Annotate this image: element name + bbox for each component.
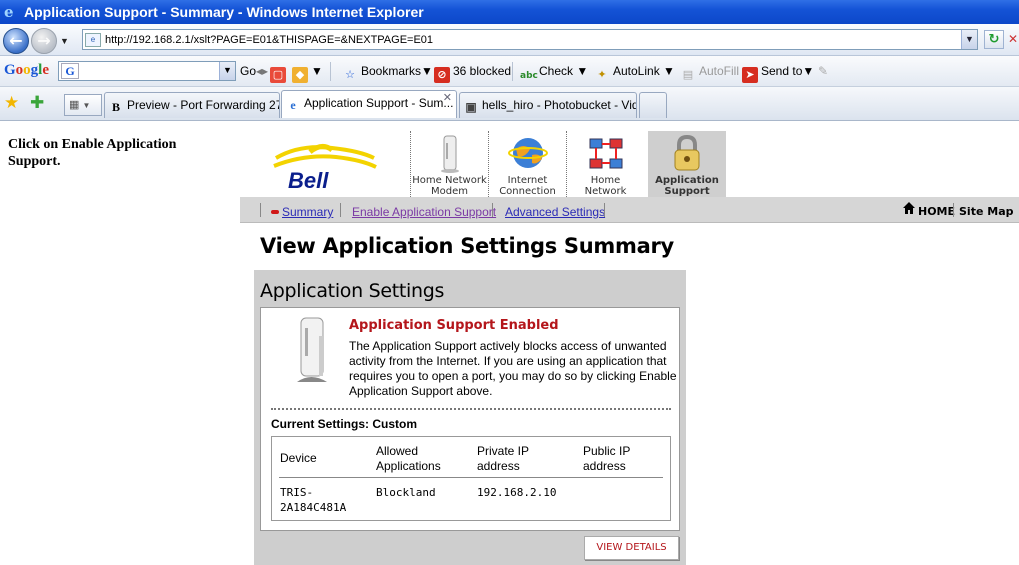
nav-internet-connection[interactable]: Internet Connection	[488, 131, 566, 197]
tab-photobucket[interactable]: ▣ hells_hiro - Photobucket - Vid...	[459, 92, 637, 118]
status-description: The Application Support actively blocks …	[349, 339, 677, 398]
subnav-divider	[953, 203, 954, 217]
col-private-ip: Private IP address	[477, 444, 530, 473]
sendto-button[interactable]: ➤ Send to▼	[742, 64, 814, 83]
sub-nav: Summary Enable Application Support Advan…	[240, 197, 1019, 223]
address-dropdown-icon[interactable]: ▼	[961, 30, 977, 49]
settings-table: Device Allowed Applications Private IP a…	[271, 436, 671, 521]
spellcheck-button[interactable]: abcCheck ▼	[520, 64, 588, 84]
instruction-text: Click on Enable Application Support.	[8, 137, 177, 169]
autofill-button[interactable]: ▤ AutoFill	[680, 64, 739, 83]
home-link[interactable]: HOME	[918, 205, 955, 218]
subnav-enable-link[interactable]: Enable Application Support	[352, 205, 496, 219]
toolbar-separator	[330, 62, 331, 81]
globe-icon	[507, 138, 548, 168]
add-favorite-icon[interactable]: ✚	[30, 93, 44, 113]
nav-home-network[interactable]: Home Network	[566, 131, 644, 197]
subnav-advanced-link[interactable]: Advanced Settings	[505, 205, 605, 219]
tab-application-support[interactable]: e Application Support - Sum... ✕	[281, 90, 457, 118]
star-outline-icon: ☆	[345, 68, 355, 81]
google-search-input[interactable]: G ▼	[58, 61, 236, 81]
pencil-icon[interactable]: ✎	[818, 64, 828, 78]
modem-icon	[440, 135, 459, 173]
autofill-icon: ▤	[682, 68, 694, 81]
subnav-divider	[340, 203, 341, 217]
panel-title: Application Settings	[260, 280, 445, 302]
history-dropdown-icon[interactable]: ▼	[60, 36, 69, 46]
tab-bar: ★ ✚ ▦ ▼ B Preview - Port Forwarding 27...…	[0, 87, 1019, 121]
home-icon[interactable]	[902, 201, 916, 215]
stop-button[interactable]: ✕	[1008, 30, 1019, 49]
cell-application: Blockland	[376, 486, 436, 499]
network-icon	[589, 138, 622, 169]
nav-home-network-modem[interactable]: Home Network Modem	[410, 131, 488, 197]
bookmarks-button[interactable]: ☆ Bookmarks▼	[342, 64, 433, 83]
spellcheck-icon: abc	[520, 71, 538, 81]
refresh-button[interactable]: ↻	[984, 30, 1004, 49]
google-logo[interactable]: Google	[4, 62, 49, 79]
col-device: Device	[280, 451, 317, 465]
tab-preview[interactable]: B Preview - Port Forwarding 27...	[104, 92, 280, 118]
subnav-divider	[492, 203, 493, 217]
col-allowed-applications: Allowed Applications	[376, 444, 441, 473]
subnav-divider	[604, 203, 605, 217]
blogger-icon: B	[111, 100, 120, 114]
popup-icon[interactable]: ▢	[270, 64, 289, 83]
current-settings-label: Current Settings: Custom	[271, 417, 418, 431]
close-tab-icon[interactable]: ✕	[443, 91, 452, 104]
toolbar-separator	[512, 62, 513, 81]
puzzle-icon[interactable]: ◆ ▼	[292, 64, 323, 83]
window-title: Application Support - Summary - Windows …	[24, 4, 424, 20]
cell-private-ip: 192.168.2.10	[477, 486, 557, 499]
address-text[interactable]: http://192.168.2.1/xslt?PAGE=E01&THISPAG…	[105, 34, 961, 46]
address-field[interactable]: e http://192.168.2.1/xslt?PAGE=E01&THISP…	[82, 29, 978, 50]
brand-name: Bell	[288, 168, 329, 192]
window-titlebar: e Application Support - Summary - Window…	[0, 0, 1019, 24]
ie-logo-icon: e	[4, 3, 14, 21]
page-title: View Application Settings Summary	[260, 234, 674, 258]
application-settings-panel: Application Settings Application Support…	[254, 270, 686, 565]
google-toolbar: Google G ▼ Go ◂▸ ▢ ◆ ▼ ☆ Bookmarks▼ ⊘ 36 bl…	[0, 56, 1019, 87]
popup-blocked-button[interactable]: ⊘ 36 blocked	[434, 64, 511, 83]
search-dropdown-icon[interactable]: ▼	[219, 62, 235, 80]
quick-tabs-button[interactable]: ▦ ▼	[64, 94, 102, 116]
status-title: Application Support Enabled	[349, 318, 559, 333]
blocked-icon: ⊘	[434, 67, 450, 83]
address-toolbar: ← → ▼ e http://192.168.2.1/xslt?PAGE=E01…	[0, 24, 1019, 56]
page-icon: e	[85, 32, 101, 47]
nav-application-support[interactable]: Application Support	[648, 131, 726, 197]
table-header-line	[279, 477, 663, 478]
view-details-button[interactable]: VIEW DETAILS	[584, 536, 679, 560]
sendto-icon: ➤	[742, 67, 758, 83]
wand-icon: ✦	[597, 68, 607, 81]
autolink-button[interactable]: ✦ AutoLink ▼	[594, 64, 675, 83]
col-public-ip: Public IP address	[583, 444, 631, 473]
photobucket-icon: ▣	[465, 100, 477, 114]
google-go-button[interactable]: Go	[240, 64, 256, 78]
active-bullet-icon	[271, 210, 279, 214]
ie-page-icon: e	[290, 98, 296, 112]
modem-image	[297, 317, 327, 382]
more-arrows-icon[interactable]: ◂▸	[256, 64, 268, 78]
bell-logo: Bell	[273, 144, 377, 192]
sitemap-link[interactable]: Site Map	[959, 205, 1013, 218]
main-nav: Home Network Modem Internet Connection H…	[410, 131, 726, 197]
panel-content: Application Support Enabled The Applicat…	[260, 307, 680, 531]
back-button[interactable]: ←	[3, 28, 29, 54]
subnav-summary-link[interactable]: Summary	[282, 205, 333, 219]
favorites-star-icon[interactable]: ★	[4, 93, 19, 113]
forward-button[interactable]: →	[31, 28, 57, 54]
new-tab-button[interactable]	[639, 92, 667, 118]
cell-device: TRIS- 2A184C481A	[280, 486, 347, 514]
google-g-icon: G	[61, 63, 79, 79]
dotted-separator	[271, 408, 671, 410]
subnav-divider	[260, 203, 261, 217]
padlock-icon	[674, 135, 700, 171]
